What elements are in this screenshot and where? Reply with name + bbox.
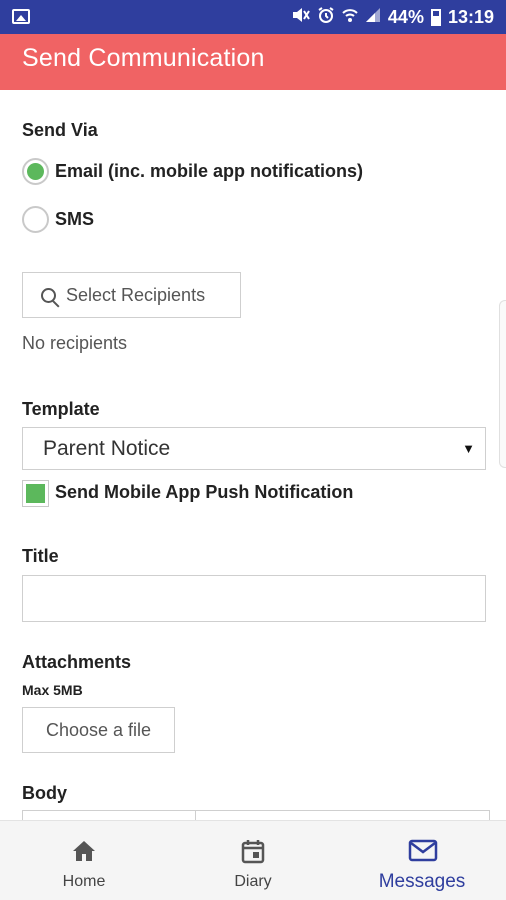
template-select[interactable]: Parent Notice ▼ — [22, 427, 486, 470]
body-label: Body — [22, 783, 67, 803]
editor-toolbar-divider — [195, 811, 196, 820]
scroll-handle[interactable] — [499, 300, 506, 468]
radio-sms[interactable] — [22, 206, 49, 233]
mail-icon — [408, 837, 438, 865]
home-icon — [70, 837, 98, 865]
calendar-icon — [239, 837, 267, 865]
clock: 13:19 — [447, 6, 494, 27]
bottom-nav: Home Diary Messages — [0, 820, 506, 900]
recipients-status: No recipients — [22, 333, 128, 353]
status-bar: 44% 13:19 — [0, 0, 506, 34]
nav-messages[interactable]: Messages — [338, 821, 506, 900]
app-bar: Send Communication — [0, 34, 506, 90]
alarm-icon — [317, 6, 335, 28]
choose-file-button[interactable]: Choose a file — [22, 707, 175, 753]
send-via-label: Send Via — [22, 120, 98, 140]
push-notification-checkbox[interactable] — [22, 480, 49, 507]
push-notification-label[interactable]: Send Mobile App Push Notification — [55, 482, 353, 503]
radio-email[interactable] — [22, 158, 49, 185]
dropdown-caret-icon: ▼ — [462, 441, 475, 456]
search-icon — [41, 287, 56, 303]
nav-diary-label: Diary — [234, 873, 272, 890]
body-editor[interactable] — [22, 810, 490, 820]
title-input[interactable] — [22, 575, 486, 622]
nav-home-label: Home — [62, 873, 106, 890]
nav-messages-label: Messages — [378, 871, 466, 892]
nav-diary[interactable]: Diary — [169, 821, 337, 900]
wifi-icon — [342, 7, 358, 27]
signal-icon — [365, 7, 381, 27]
battery-percent: 44% — [387, 6, 424, 27]
nav-home[interactable]: Home — [0, 821, 168, 900]
template-label: Template — [22, 399, 100, 419]
radio-email-label[interactable]: Email (inc. mobile app notifications) — [55, 161, 363, 182]
page-title: Send Communication — [22, 44, 265, 72]
attachments-label: Attachments — [22, 652, 132, 672]
select-recipients-label: Select Recipients — [66, 284, 206, 305]
choose-file-label: Choose a file — [45, 719, 152, 740]
form-content[interactable]: Send Via Email (inc. mobile app notifica… — [0, 90, 506, 820]
status-indicators: 44% 13:19 — [292, 0, 494, 34]
attachments-hint: Max 5MB — [22, 682, 83, 698]
battery-icon — [430, 8, 441, 26]
mute-icon — [292, 7, 310, 27]
template-selected-value: Parent Notice — [43, 437, 171, 460]
radio-sms-label[interactable]: SMS — [55, 209, 94, 230]
title-label: Title — [22, 546, 59, 566]
select-recipients-button[interactable]: Select Recipients — [22, 272, 241, 318]
image-icon — [12, 9, 30, 24]
